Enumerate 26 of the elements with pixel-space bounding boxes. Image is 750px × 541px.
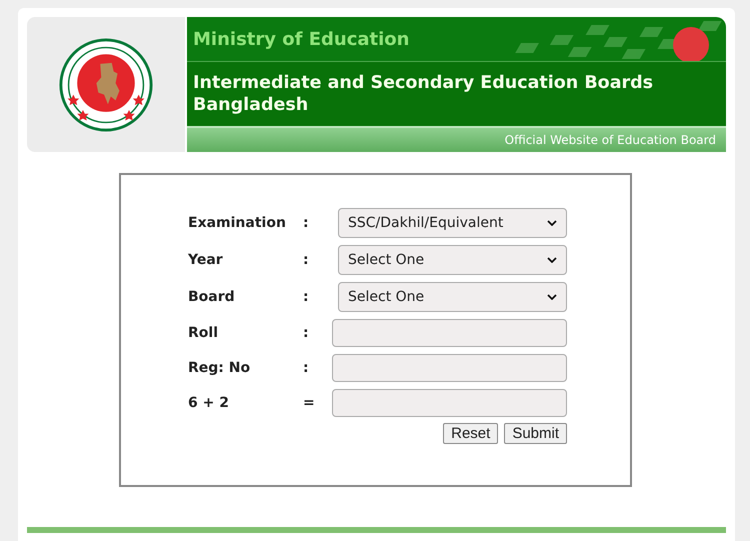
separator: : xyxy=(303,252,310,268)
form-button[interactable]: Reset xyxy=(443,423,498,444)
chevron-down-icon xyxy=(547,257,557,263)
board-title: Intermediate and Secondary Education Boards Bangladesh xyxy=(193,72,654,116)
field-label: Roll xyxy=(188,325,219,341)
dropdown[interactable]: Select One xyxy=(338,282,567,312)
field-label: Reg: No xyxy=(188,360,252,376)
input-field[interactable] xyxy=(332,389,567,417)
separator: : xyxy=(303,360,310,376)
chevron-down-icon xyxy=(547,220,557,226)
dropdown[interactable]: Select One xyxy=(338,245,567,275)
field-label: 6 + 2 xyxy=(188,395,230,411)
dropdown[interactable]: SSC/Dakhil/Equivalent xyxy=(338,208,567,238)
field-label: Examination xyxy=(188,215,287,231)
tagline: Official Website of Education Board xyxy=(504,133,716,147)
chevron-down-icon xyxy=(547,294,557,300)
separator: = xyxy=(303,395,316,411)
field-label: Board xyxy=(188,289,236,305)
input-field[interactable] xyxy=(332,354,567,382)
form-button[interactable]: Submit xyxy=(504,423,567,444)
field-label: Year xyxy=(188,252,224,268)
separator: : xyxy=(303,215,310,231)
separator: : xyxy=(303,289,310,305)
ministry-title: Ministry of Education xyxy=(193,28,410,50)
input-field[interactable] xyxy=(332,319,567,347)
separator: : xyxy=(303,325,310,341)
